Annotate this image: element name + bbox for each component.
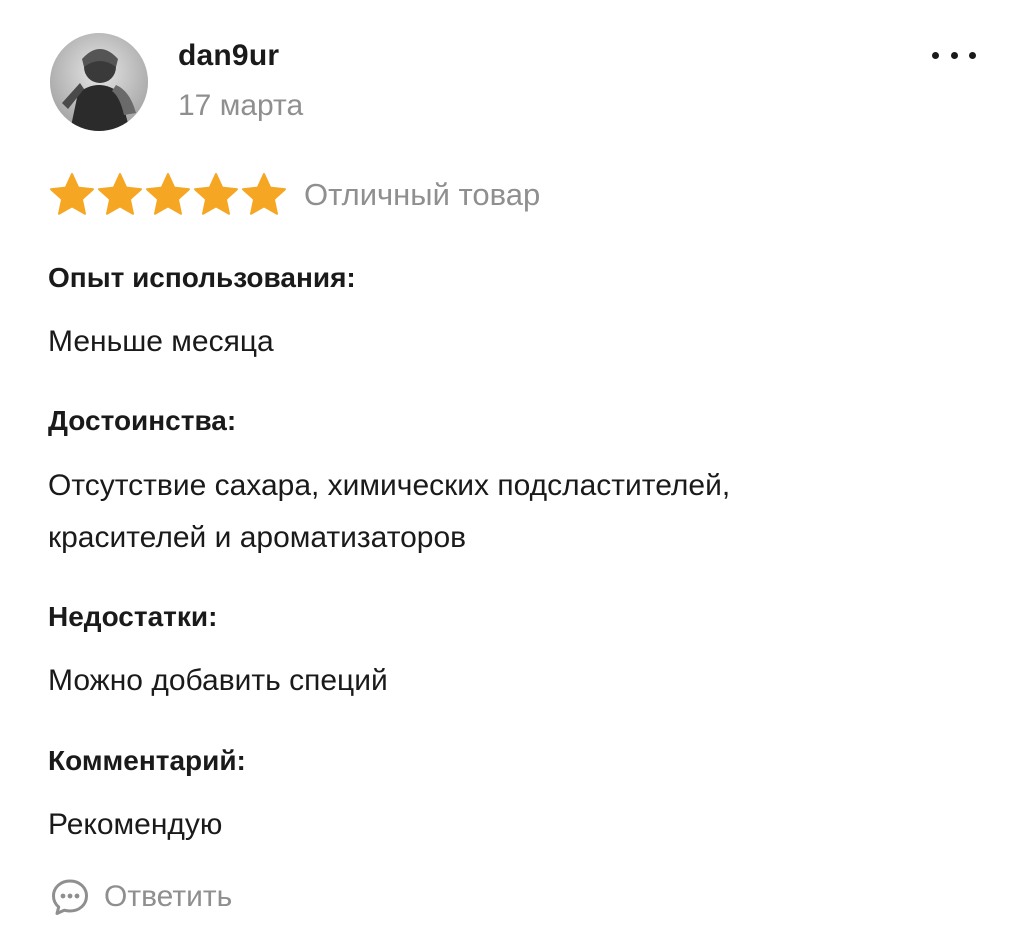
dot [932, 51, 939, 59]
dot [950, 51, 958, 59]
rating-label: Отличный товар [304, 177, 541, 212]
reply-button[interactable]: Ответить [50, 872, 232, 922]
author-name[interactable]: dan9ur [178, 39, 279, 73]
star-icon [98, 173, 142, 215]
star-icon [50, 173, 94, 215]
star-rating [48, 171, 288, 219]
section-title-experience: Опыт использования: [48, 262, 356, 293]
more-dots-icon[interactable] [932, 41, 976, 69]
star-icon [146, 173, 190, 215]
user-avatar-photo [50, 33, 148, 131]
avatar[interactable] [50, 33, 148, 131]
reply-label: Ответить [104, 880, 233, 913]
section-title-pros: Достоинства: [48, 405, 237, 436]
section-text-experience: Меньше месяца [48, 325, 274, 358]
rating-row: Отличный товар [48, 168, 540, 222]
comment-bubble-icon [52, 879, 88, 915]
review-header: dan9ur 17 марта [50, 33, 984, 133]
section-text-cons: Можно добавить специй [48, 664, 388, 697]
star-icon [242, 173, 286, 215]
dot [969, 51, 976, 59]
section-title-cons: Недостатки: [48, 601, 218, 632]
review-card: dan9ur 17 марта Отличный товар Опыт испо… [0, 0, 1024, 940]
section-text-pros: Отсутствие сахара, химических подсластит… [48, 469, 731, 554]
section-text-comment: Рекомендую [48, 808, 223, 841]
star-icon [194, 173, 238, 215]
section-title-comment: Комментарий: [48, 745, 246, 776]
review-date: 17 марта [178, 89, 304, 122]
